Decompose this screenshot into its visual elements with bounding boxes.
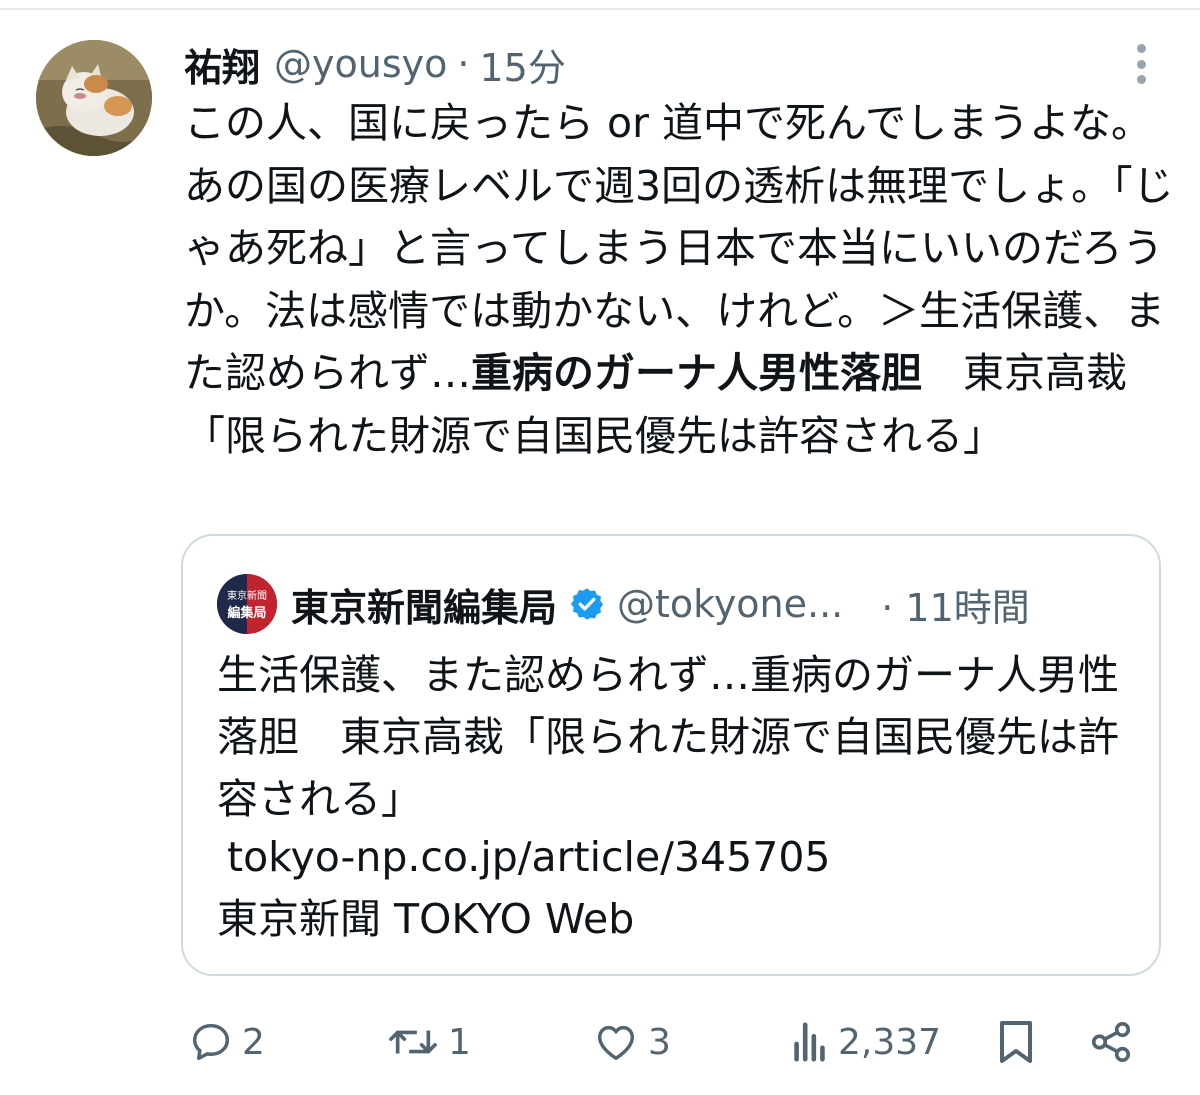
reply-button[interactable]: 2 [188,1010,265,1074]
quoted-tweet-header: 東京新聞 編集局 東京新聞編集局 @tokyone... · 11時間 [217,574,1137,634]
quoted-avatar-text-bottom: 編集局 [227,605,266,621]
quoted-author-handle[interactable]: @tokyone... [617,582,843,626]
author-avatar[interactable] [36,40,152,156]
quoted-post-time[interactable]: · 11時間 [881,577,1030,632]
like-icon [597,1025,635,1061]
quoted-tweet-card[interactable]: 東京新聞 編集局 東京新聞編集局 @tokyone... · 11時間 生活保護… [181,534,1161,976]
author-name[interactable]: 祐翔 [184,37,260,92]
reply-count: 2 [242,1021,265,1063]
reply-icon [192,1023,230,1061]
tweet-header: 祐翔 @yousyo · 15分 [184,38,566,90]
more-dot [1136,44,1146,53]
retweet-icon [389,1030,437,1054]
more-dot [1136,75,1146,84]
quoted-author-name[interactable]: 東京新聞編集局 [291,577,557,632]
views-count: 2,337 [838,1021,942,1063]
more-icon[interactable] [1128,44,1154,84]
tweet-text-bold: 重病のガーナ人男性落胆 [471,349,922,397]
author-handle[interactable]: @yousyo [274,42,447,86]
quoted-author-avatar[interactable]: 東京新聞 編集局 [217,574,277,634]
action-bar: 2 1 3 2,337 [0,1010,1200,1074]
more-dot [1136,59,1146,69]
verified-icon [570,588,604,620]
retweet-button[interactable]: 1 [386,1010,471,1074]
bookmark-button[interactable] [994,1010,1038,1074]
views-icon [794,1022,825,1062]
top-divider [0,8,1200,10]
share-button[interactable] [1088,1010,1134,1074]
share-icon [1091,1021,1131,1063]
quoted-tweet-text: 生活保護、また認められず…重病のガーナ人男性落胆 東京高裁「限られた財源で自国民… [217,651,1119,823]
separator-dot: · [457,42,470,86]
retweet-count: 1 [448,1021,471,1063]
views-button[interactable]: 2,337 [790,1010,941,1074]
quoted-tweet-link[interactable]: tokyo-np.co.jp/article/345705 [227,826,831,888]
quoted-tweet-source: 東京新聞 TOKYO Web [217,895,635,943]
bookmark-icon [1000,1021,1032,1063]
post-time[interactable]: 15分 [479,37,565,92]
like-count: 3 [648,1021,671,1063]
quoted-avatar-text-top: 東京新聞 [227,589,267,602]
tweet-text: この人、国に戻ったら or 道中で死んでしまうよな。あの国の医療レベルで週3回の… [184,92,1174,467]
like-button[interactable]: 3 [592,1010,671,1074]
